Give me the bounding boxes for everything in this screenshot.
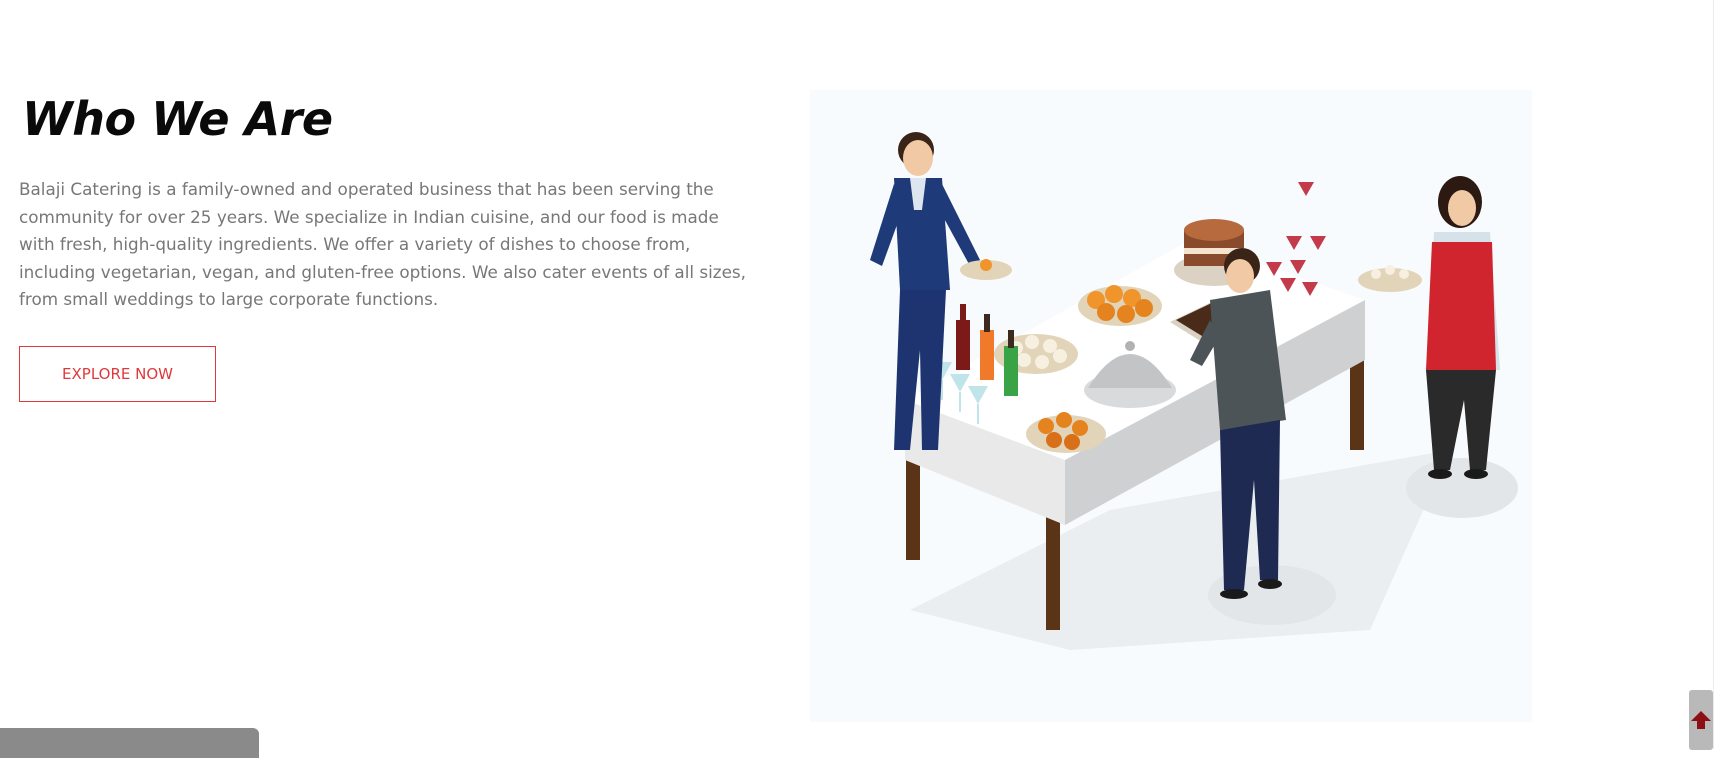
cookie-bar[interactable] [0, 728, 259, 758]
about-description: Balaji Catering is a family-owned and op… [19, 179, 746, 309]
arrow-up-icon [1691, 711, 1711, 729]
section-title: Who We Are [22, 92, 333, 146]
explore-now-button[interactable]: EXPLORE NOW [19, 346, 216, 402]
about-section: Who We Are Balaji Catering is a family-o… [0, 0, 1700, 749]
catering-illustration [810, 90, 1532, 722]
page-scrollbar[interactable] [1713, 0, 1728, 749]
back-to-top-button[interactable] [1689, 690, 1713, 750]
